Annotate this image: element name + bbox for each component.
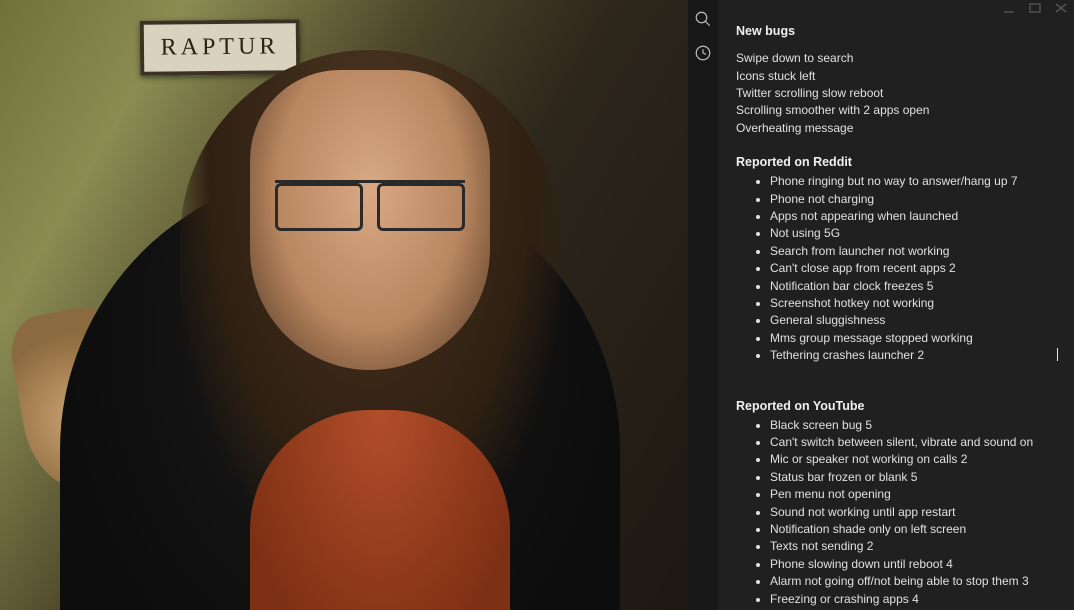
history-icon[interactable] — [694, 44, 712, 62]
list-item: Can't switch between silent, vibrate and… — [770, 434, 1056, 451]
list-item: Sound not working until app restart — [770, 504, 1056, 521]
list-item: Notification shade only on left screen — [770, 521, 1056, 538]
list-item: Texts not sending 2 — [770, 538, 1056, 555]
person-glasses — [275, 180, 465, 226]
list-item: Screenshot hotkey not working — [770, 295, 1056, 312]
list-item: Phone not charging — [770, 191, 1056, 208]
list-item: Phone slowing down until reboot 4 — [770, 556, 1056, 573]
youtube-list: Black screen bug 5 Can't switch between … — [736, 417, 1056, 610]
list-item: Not using 5G — [770, 225, 1056, 242]
list-item: Status bar frozen or blank 5 — [770, 469, 1056, 486]
note-line: Swipe down to search — [736, 50, 1056, 67]
list-item: Search from launcher not working — [770, 243, 1056, 260]
note-line: Scrolling smoother with 2 apps open — [736, 102, 1056, 119]
list-item: Black screen bug 5 — [770, 417, 1056, 434]
list-item: Alarm not going off/not being able to st… — [770, 573, 1056, 590]
webcam-video-pane: RAPTUR — [0, 0, 688, 610]
app-root: RAPTUR New bugs Swipe down — [0, 0, 1074, 610]
note-line: Twitter scrolling slow reboot — [736, 85, 1056, 102]
list-item-active: Tethering crashes launcher 2 — [770, 347, 1056, 364]
list-item: Mms group message stopped working — [770, 330, 1056, 347]
list-item: Can't close app from recent apps 2 — [770, 260, 1056, 277]
minimize-icon[interactable] — [1002, 2, 1016, 14]
section-heading-new-bugs: New bugs — [736, 22, 1056, 40]
window-controls — [1002, 2, 1068, 14]
list-item: Freezing or crashing apps 4 — [770, 591, 1056, 608]
notes-pane: New bugs Swipe down to search Icons stuc… — [688, 0, 1074, 610]
note-line: Icons stuck left — [736, 68, 1056, 85]
section-heading-youtube: Reported on YouTube — [736, 397, 1056, 415]
list-item: General sluggishness — [770, 312, 1056, 329]
section-heading-reddit: Reported on Reddit — [736, 153, 1056, 171]
reddit-list: Phone ringing but no way to answer/hang … — [736, 173, 1056, 364]
search-icon[interactable] — [694, 10, 712, 28]
list-item: Mic or speaker not working on calls 2 — [770, 451, 1056, 468]
wall-sign: RAPTUR — [140, 19, 301, 76]
close-icon[interactable] — [1054, 2, 1068, 14]
list-item: Phone ringing but no way to answer/hang … — [770, 173, 1056, 190]
maximize-icon[interactable] — [1028, 2, 1042, 14]
note-line: Overheating message — [736, 120, 1056, 137]
list-item: Notification bar clock freezes 5 — [770, 278, 1056, 295]
notes-side-rail — [688, 0, 718, 610]
list-item: Pen menu not opening — [770, 486, 1056, 503]
note-document[interactable]: New bugs Swipe down to search Icons stuc… — [718, 0, 1074, 610]
list-item: Apps not appearing when launched — [770, 208, 1056, 225]
